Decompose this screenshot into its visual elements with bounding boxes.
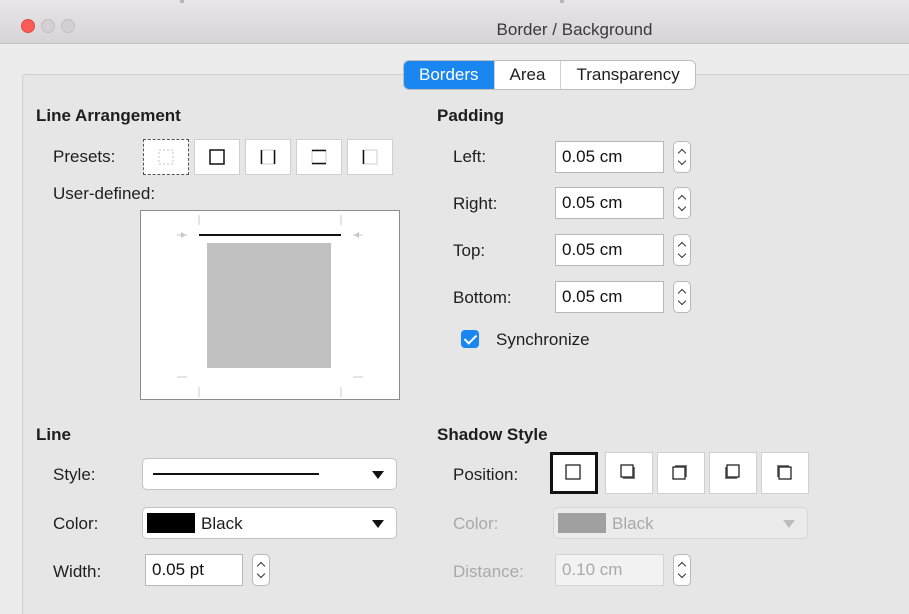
shadow-color-value: Black	[612, 514, 654, 533]
line-style-sample	[153, 473, 319, 475]
line-arrangement-heading: Line Arrangement	[36, 106, 181, 125]
padding-top-input[interactable]: 0.05 cm	[555, 234, 664, 266]
user-defined-border-editor[interactable]	[140, 210, 400, 400]
preset-left-right-icon	[260, 149, 276, 165]
preset-none-icon	[158, 149, 174, 165]
shadow-color-swatch	[558, 513, 606, 533]
line-width-label: Width:	[53, 562, 102, 581]
shadow-none-icon	[565, 464, 581, 480]
synchronize-label: Synchronize	[496, 330, 590, 349]
shadow-color-label: Color:	[453, 514, 499, 533]
line-style-dropdown[interactable]	[142, 458, 397, 490]
line-color-swatch	[147, 513, 195, 533]
presets-label: Presets:	[53, 147, 116, 166]
preset-left-only-icon	[362, 149, 378, 165]
window-title: Border / Background	[496, 20, 653, 39]
user-defined-label: User-defined:	[53, 184, 156, 203]
shadow-bottom-left-button[interactable]	[709, 452, 757, 494]
preset-left-right-button[interactable]	[245, 139, 291, 175]
shadow-top-left-button[interactable]	[761, 452, 809, 494]
padding-left-label: Left:	[453, 147, 487, 166]
shadow-position-label: Position:	[453, 465, 519, 484]
preset-top-bottom-button[interactable]	[296, 139, 342, 175]
chevron-down-icon	[783, 520, 795, 528]
tab-borders[interactable]: Borders	[404, 61, 494, 89]
padding-right-input[interactable]: 0.05 cm	[555, 187, 664, 219]
preset-left-only-button[interactable]	[347, 139, 393, 175]
title-bar-divider	[180, 0, 184, 3]
shadow-bottom-left-icon	[725, 464, 740, 479]
shadow-color-dropdown[interactable]: Black	[553, 507, 808, 539]
shadow-distance-input[interactable]: 0.10 cm	[555, 554, 664, 586]
padding-bottom-stepper[interactable]	[673, 281, 691, 313]
shadow-style-heading: Shadow Style	[437, 425, 548, 444]
padding-heading: Padding	[437, 106, 505, 125]
line-color-value: Black	[201, 514, 243, 533]
tab-bar: Borders Area Transparency	[403, 60, 696, 90]
shadow-none-button[interactable]	[550, 452, 598, 494]
padding-right-label: Right:	[453, 194, 498, 213]
padding-right-stepper[interactable]	[673, 187, 691, 219]
padding-bottom-label: Bottom:	[453, 288, 512, 307]
shadow-distance-stepper[interactable]	[673, 554, 691, 586]
shadow-top-right-icon	[672, 465, 687, 480]
shadow-distance-label: Distance:	[453, 562, 524, 581]
chevron-down-icon	[372, 471, 384, 479]
padding-left-input[interactable]: 0.05 cm	[555, 141, 664, 173]
title-bar: Border / Background	[0, 0, 909, 44]
padding-bottom-input[interactable]: 0.05 cm	[555, 281, 664, 313]
preset-box-icon	[209, 149, 225, 165]
line-heading: Line	[36, 425, 71, 444]
line-width-input[interactable]: 0.05 pt	[145, 554, 243, 586]
chevron-down-icon	[372, 520, 384, 528]
shadow-top-right-button[interactable]	[657, 452, 705, 494]
shadow-bottom-right-button[interactable]	[605, 452, 653, 494]
padding-top-label: Top:	[453, 241, 486, 260]
shadow-top-left-icon	[777, 465, 792, 480]
line-style-label: Style:	[53, 465, 96, 484]
preset-none-button[interactable]	[143, 139, 189, 175]
tab-area[interactable]: Area	[493, 61, 561, 89]
line-color-dropdown[interactable]: Black	[142, 507, 397, 539]
line-color-label: Color:	[53, 514, 99, 533]
synchronize-checkbox[interactable]	[461, 330, 479, 348]
preset-box-button[interactable]	[194, 139, 240, 175]
border-preview-guides	[177, 215, 363, 397]
padding-left-stepper[interactable]	[673, 141, 691, 173]
tab-transparency[interactable]: Transparency	[560, 61, 694, 89]
title-bar-divider	[560, 0, 564, 3]
preset-top-bottom-icon	[311, 149, 327, 165]
line-width-stepper[interactable]	[252, 554, 270, 586]
shadow-bottom-right-icon	[620, 464, 635, 479]
padding-top-stepper[interactable]	[673, 234, 691, 266]
